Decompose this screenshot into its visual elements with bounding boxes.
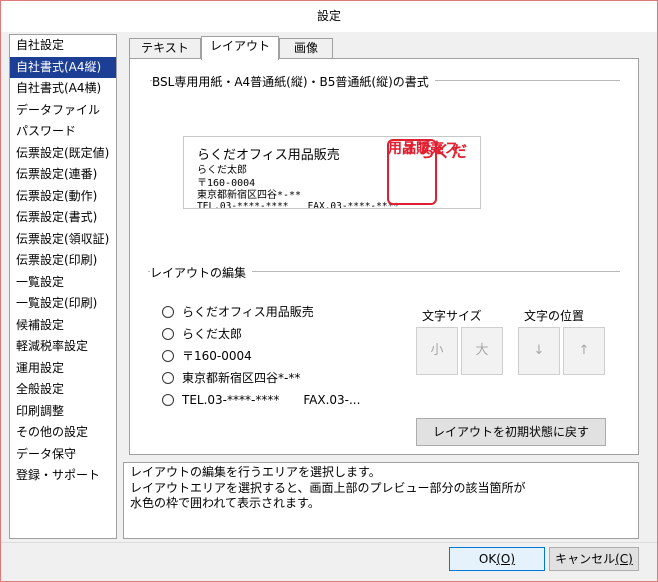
move-text-down-button[interactable]: ↓ [518,327,560,375]
cancel-button-label: キャンセル [555,552,616,566]
layout-area-option-label: 東京都新宿区四谷*-** [182,371,301,385]
sidebar-item[interactable]: 登録・サポート [10,465,116,487]
settings-content: テキスト レイアウト 画像 BSL専用用紙・A4普通紙(縦)・B5普通紙(縦)の… [123,34,649,459]
help-text-line2: レイアウトエリアを選択すると、画面上部のプレビュー部分の該当箇所が [130,480,526,495]
layout-area-option[interactable]: 〒160-0004 [162,347,252,365]
tab-image[interactable]: 画像 [279,38,333,58]
layout-tab-panel: BSL専用用紙・A4普通紙(縦)・B5普通紙(縦)の書式 らくだオフィス用品販売… [129,58,639,455]
sidebar-item[interactable]: 伝票設定(連番) [10,164,116,186]
help-text-line1: レイアウトの編集を行うエリアを選択します。 [130,465,381,479]
sidebar-item[interactable]: パスワード [10,121,116,143]
dialog-button-bar: OK(O) キャンセル(C) [1,542,657,581]
sidebar-item[interactable]: 伝票設定(領収証) [10,229,116,251]
cancel-button-key: (C) [615,552,633,566]
radio-button-icon[interactable] [162,350,174,362]
help-text-line3: 水色の枠で囲われて表示されます。 [130,496,320,510]
layout-area-option-label: らくだオフィス用品販売 [182,305,314,319]
sidebar-item[interactable]: 自社書式(A4縦) [10,56,116,78]
layout-area-option[interactable]: TEL.03-****-**** FAX.03-... [162,391,360,409]
logo-text-col3: 用品販売 [388,141,444,157]
text-position-label: 文字の位置 [524,309,585,323]
font-size-label: 文字サイズ [422,309,482,323]
radio-button-icon[interactable] [162,394,174,406]
sidebar-item[interactable]: 自社設定 [10,35,116,57]
sidebar-item[interactable]: 全般設定 [10,379,116,401]
font-smaller-button[interactable]: 小 [416,327,458,375]
radio-button-icon[interactable] [162,306,174,318]
sidebar-item[interactable]: 伝票設定(動作) [10,186,116,208]
sidebar-item[interactable]: その他の設定 [10,422,116,444]
sidebar-item[interactable]: 印刷調整 [10,401,116,423]
sidebar-item[interactable]: 一覧設定(印刷) [10,293,116,315]
layout-area-option-label: らくだ太郎 [182,327,243,341]
help-description-box: レイアウトの編集を行うエリアを選択します。 レイアウトエリアを選択すると、画面上… [123,462,639,539]
sidebar-item[interactable]: データファイル [10,100,116,122]
ok-button-key: (O) [496,552,516,566]
ok-button[interactable]: OK(O) [449,547,545,571]
sidebar-item[interactable]: 伝票設定(既定値) [10,143,116,165]
reset-layout-button[interactable]: レイアウトを初期状態に戻す [416,418,606,446]
settings-category-list[interactable]: 自社設定 自社書式(A4縦) 自社書式(A4横) データファイル パスワード 伝票設定(既… [9,34,117,539]
title-bar: 設定 [1,1,657,32]
preview-group-title: BSL専用用紙・A4普通紙(縦)・B5普通紙(縦)の書式 [152,73,435,90]
radio-button-icon[interactable] [162,328,174,340]
sidebar-item[interactable]: 伝票設定(印刷) [10,250,116,272]
tab-text[interactable]: テキスト [129,38,201,58]
layout-area-option-label: TEL.03-****-**** FAX.03-... [182,393,361,407]
window-title: 設定 [316,9,341,23]
sidebar-item[interactable]: 一覧設定 [10,272,116,294]
sidebar-item[interactable]: 伝票設定(書式) [10,207,116,229]
sidebar-item[interactable]: データ保守 [10,444,116,466]
layout-area-option[interactable]: らくだオフィス用品販売 [162,303,314,321]
move-text-up-button[interactable]: ↑ [563,327,605,375]
sidebar-item[interactable]: 自社書式(A4横) [10,78,116,100]
layout-group-title: レイアウトの編集 [150,264,253,281]
sidebar-item[interactable]: 候補設定 [10,315,116,337]
radio-button-icon[interactable] [162,372,174,384]
settings-dialog: 設定 自社設定 自社書式(A4縦) 自社書式(A4横) データファイル パスワード 伝票設… [0,0,658,582]
layout-area-option[interactable]: 東京都新宿区四谷*-** [162,369,300,387]
layout-area-option[interactable]: らくだ太郎 [162,325,242,343]
layout-area-option-label: 〒160-0004 [182,349,252,363]
sidebar-item[interactable]: 軽減税率設定 [10,336,116,358]
cancel-button[interactable]: キャンセル(C) [549,547,639,571]
preview-tel-fax: TEL.03-****-**** FAX.03-****-**** [197,201,400,209]
ok-button-label: OK [478,552,497,566]
company-logo-stamp: らくだ オフィス 用品販売 [387,139,467,205]
sidebar-item[interactable]: 運用設定 [10,358,116,380]
letterhead-preview: らくだオフィス用品販売 らくだ太郎 〒160-0004 東京都新宿区四谷*-**… [183,136,481,209]
tab-layout[interactable]: レイアウト [201,36,279,60]
font-larger-button[interactable]: 大 [461,327,503,375]
